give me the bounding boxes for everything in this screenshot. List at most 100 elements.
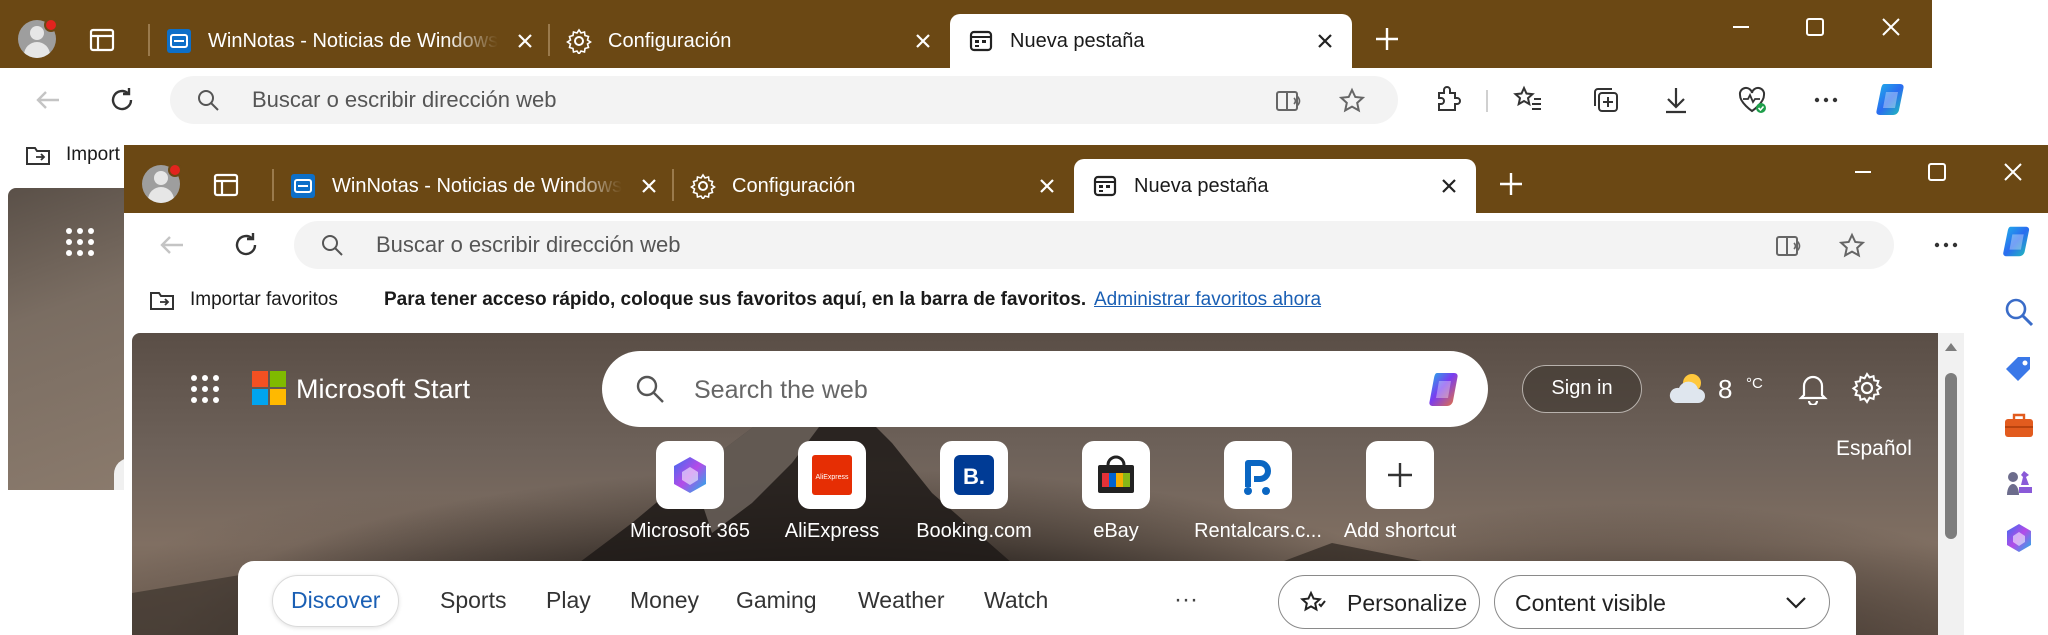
close-window-icon[interactable] [2000,159,2026,185]
apps-grid-icon[interactable] [64,226,96,258]
maximize-icon[interactable] [1924,159,1950,185]
shortcut-label: eBay [1093,520,1139,542]
import-favorites-icon[interactable] [24,142,52,168]
downloads-icon[interactable] [1660,84,1692,116]
games-chess-icon[interactable] [2002,465,2036,499]
back-arrow-icon[interactable] [156,229,188,261]
address-toolbar: Buscar o escribir dirección web [0,68,1932,132]
web-search-box[interactable]: Search the web [602,351,1488,427]
immersive-reader-icon[interactable] [1274,87,1302,115]
weather-temperature[interactable]: 8 [1718,373,1732,405]
tab-winnotas[interactable]: WinNotas - Noticias de Windows [152,14,544,68]
favorite-star-icon[interactable] [1338,87,1366,115]
tab-configuracion[interactable]: Configuración [552,14,944,68]
shortcut-microsoft-365[interactable]: Microsoft 365 [620,441,760,551]
close-window-icon[interactable] [1878,14,1904,40]
close-tab-icon[interactable] [514,30,536,52]
import-favorites-label[interactable]: Import [66,144,120,166]
nav-tab-sports[interactable]: Sports [440,585,506,615]
nav-tab-weather[interactable]: Weather [858,585,945,615]
search-icon[interactable] [2002,295,2036,329]
language-selector[interactable]: Español [1836,437,1912,461]
apps-grid-icon[interactable] [189,373,221,405]
nav-tab-watch[interactable]: Watch [984,585,1048,615]
toolbar-separator [1486,90,1488,112]
scroll-up-arrow-icon[interactable] [1945,343,1957,351]
shortcut-aliexpress[interactable]: AliExpress AliExpress [762,441,902,551]
more-options-icon[interactable] [1810,84,1842,116]
close-tab-icon[interactable] [912,30,934,52]
refresh-icon[interactable] [106,84,138,116]
minimize-icon[interactable] [1728,14,1754,40]
address-bar[interactable]: Buscar o escribir dirección web [294,221,1894,269]
settings-gear-icon[interactable] [1850,371,1884,405]
nav-tab-gaming[interactable]: Gaming [736,585,817,615]
workspaces-icon[interactable] [88,26,116,54]
favorite-star-icon[interactable] [1838,232,1866,260]
close-tab-icon[interactable] [1036,175,1058,197]
nav-tab-discover[interactable]: Discover [272,575,400,627]
feed-nav-bar: Discover Sports Play Money Gaming Weathe… [238,561,1856,635]
gear-icon [690,173,716,199]
maximize-icon[interactable] [1802,14,1828,40]
browser-window-front: WinNotas - Noticias de Windows Configura… [124,145,2048,635]
shopping-tag-icon[interactable] [2002,353,2036,387]
more-options-icon[interactable] [1930,229,1962,261]
address-toolbar: Buscar o escribir dirección web [124,213,2048,277]
browser-essentials-icon[interactable] [1736,84,1768,116]
minimize-icon[interactable] [1850,159,1876,185]
sign-in-button[interactable]: Sign in [1522,365,1642,413]
shortcut-booking[interactable]: B. Booking.com [904,441,1044,551]
extensions-icon[interactable] [1432,84,1464,116]
shortcut-ebay[interactable]: eBay [1046,441,1186,551]
new-tab-icon[interactable] [1496,169,1526,199]
favorites-icon[interactable] [1512,84,1544,116]
immersive-reader-icon[interactable] [1774,232,1802,260]
copilot-icon[interactable] [1872,80,1914,120]
close-tab-icon[interactable] [638,175,660,197]
profile-notification-dot [44,18,58,32]
close-tab-icon[interactable] [1314,30,1336,52]
personalize-button[interactable]: Personalize [1278,575,1480,629]
address-placeholder: Buscar o escribir dirección web [252,87,557,112]
import-favorites-label[interactable]: Importar favoritos [190,289,338,311]
tools-briefcase-icon[interactable] [2002,409,2036,443]
search-placeholder: Search the web [694,376,868,404]
rentalcars-icon [1244,460,1271,495]
microsoft-365-icon[interactable] [2002,521,2036,555]
collections-icon[interactable] [1590,84,1622,116]
shortcut-tile: B. [940,441,1008,509]
tab-nueva-pestana[interactable]: Nueva pestaña [1074,159,1476,213]
more-nav-button[interactable]: ··· [1174,585,1198,615]
back-arrow-icon[interactable] [32,84,64,116]
copilot-icon[interactable] [1999,223,2039,261]
workspaces-icon[interactable] [212,171,240,199]
shortcut-tile: AliExpress [798,441,866,509]
content-visibility-select[interactable]: Content visible [1494,575,1830,629]
import-favorites-icon[interactable] [148,287,176,313]
address-bar[interactable]: Buscar o escribir dirección web [170,76,1398,124]
nav-tab-money[interactable]: Money [630,585,699,615]
tab-configuracion[interactable]: Configuración [676,159,1068,213]
new-tab-icon[interactable] [1372,24,1402,54]
personalize-star-icon [1300,590,1326,612]
shortcut-add[interactable]: Add shortcut [1330,441,1470,551]
favorites-bar-hint: Para tener acceso rápido, coloque sus fa… [384,289,1087,310]
page-scrollbar[interactable] [1938,333,1964,635]
tab-separator [672,169,674,201]
partly-cloudy-icon[interactable] [1666,369,1708,407]
brand-title[interactable]: Microsoft Start [296,373,470,405]
nav-tab-play[interactable]: Play [546,585,591,615]
favorites-bar: Importar favoritos Para tener acceso ráp… [124,277,2048,321]
tab-label: Nueva pestaña [1010,30,1145,52]
copilot-icon[interactable] [1424,369,1468,411]
scrollbar-thumb[interactable] [1945,373,1957,539]
edge-sidebar [1990,213,2048,635]
tab-nueva-pestana[interactable]: Nueva pestaña [950,14,1352,68]
shortcut-rentalcars[interactable]: Rentalcars.c... [1188,441,1328,551]
tab-winnotas[interactable]: WinNotas - Noticias de Windows [276,159,668,213]
close-tab-icon[interactable] [1438,175,1460,197]
manage-favorites-link[interactable]: Administrar favoritos ahora [1094,289,1321,311]
notifications-bell-icon[interactable] [1796,371,1830,405]
refresh-icon[interactable] [230,229,262,261]
